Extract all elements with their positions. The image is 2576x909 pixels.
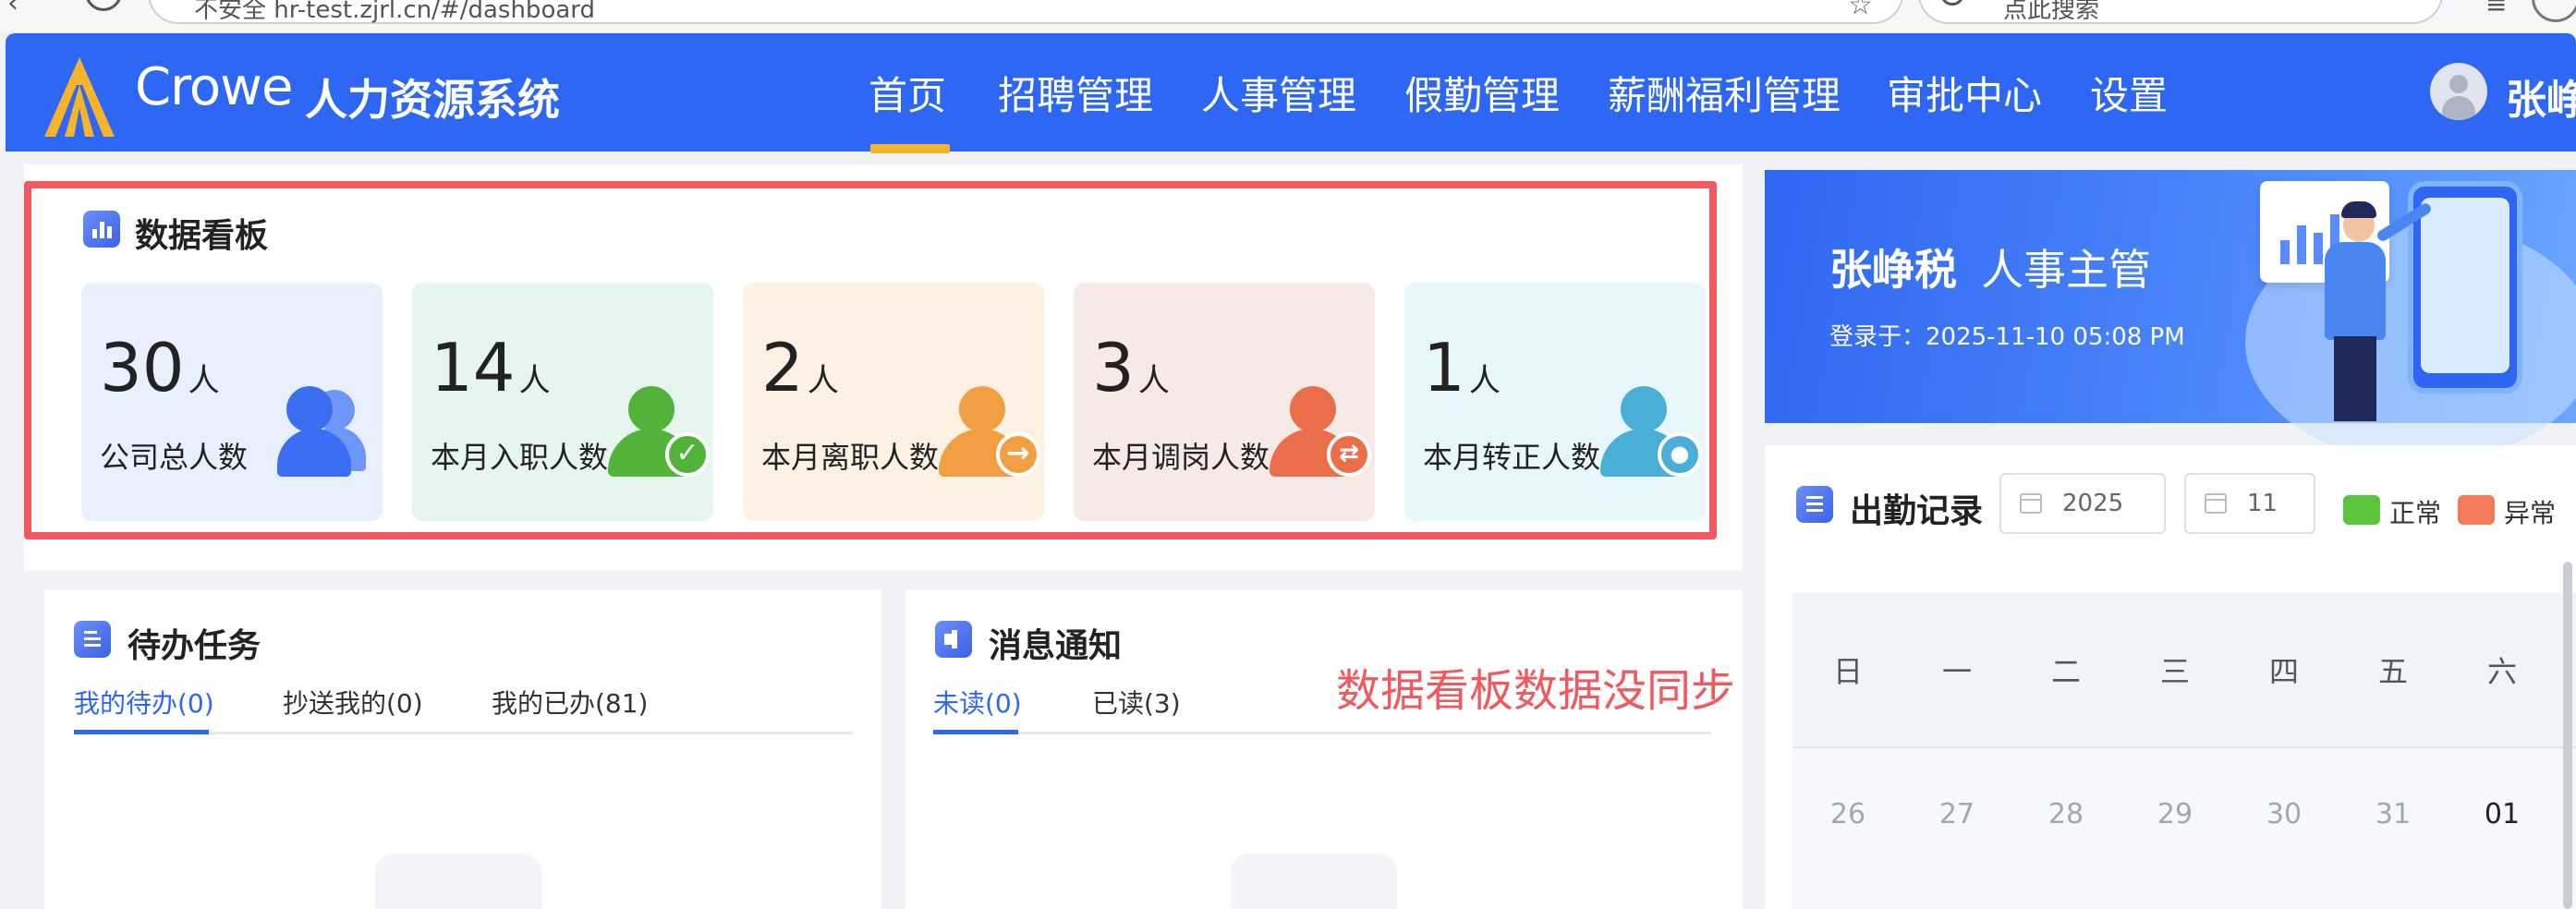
legend-normal-label: 正常 [2389,498,2442,528]
calendar-day[interactable]: 27 [1920,798,1994,830]
stat-label: 公司总人数 [100,440,249,475]
nav-settings[interactable]: 设置 [2090,65,2168,121]
calendar-icon [2205,493,2227,514]
last-login-time: 登录于：2025-11-10 05:08 PM [1829,323,2185,351]
stat-value: 14 [431,329,516,406]
todo-title: 待办任务 [128,627,261,665]
empty-state-illustration [1231,854,1397,909]
weekday-sat: 六 [2486,654,2517,689]
stat-unit: 人 [1137,362,1170,399]
weekday-wed: 三 [2159,654,2190,689]
browser-profile-icon[interactable] [2532,0,2576,22]
calendar-day-current-month[interactable]: 01 [2465,798,2539,830]
weekday-mon: 一 [1941,654,1972,689]
nav-leave-attendance[interactable]: 假勤管理 [1404,65,1560,121]
stat-label: 本月调岗人数 [1092,440,1270,475]
stat-value: 2 [761,329,804,406]
attendance-title: 出勤记录 [1850,492,1984,530]
nav-approval-center[interactable]: 审批中心 [1887,65,2042,121]
profile-role: 人事主管 [1981,245,2151,295]
legend-abnormal-swatch [2458,495,2495,525]
tab-my-todo[interactable]: 我的待办(0) [74,684,214,721]
stat-unit: 人 [518,362,551,399]
stat-unit: 人 [1468,362,1501,399]
tab-my-done[interactable]: 我的已办(81) [492,684,648,721]
user-check-icon: ✓ [608,386,710,479]
calendar-day[interactable]: 26 [1811,798,1885,830]
stat-value: 1 [1423,329,1465,406]
stat-card-regularization[interactable]: 1人 本月转正人数 ● [1404,283,1706,521]
empty-state-illustration [375,854,541,909]
stat-card-resignation[interactable]: 2人 本月离职人数 → [743,283,1044,521]
url-text[interactable]: 不安全 hr-test.zjrl.cn/#/dashboard [194,0,595,25]
month-value: 11 [2247,490,2278,517]
stat-label: 本月入职人数 [431,440,609,475]
calendar-day[interactable]: 31 [2356,798,2430,830]
calendar-day[interactable]: 30 [2247,798,2321,830]
user-name[interactable]: 张峥税 [2506,67,2576,126]
dashboard-title: 数据看板 [135,217,269,255]
weekday-tue: 二 [2050,654,2081,689]
legend-abnormal-label: 异常 [2504,498,2557,528]
calendar-day[interactable]: 28 [2029,798,2103,830]
stat-unit: 人 [807,362,839,399]
weekday-thu: 四 [2268,654,2299,689]
legend-normal-swatch [2343,495,2380,525]
stat-label: 本月离职人数 [761,440,940,475]
reading-list-icon[interactable]: ≡ [2485,0,2507,19]
person-illustration-legs [2334,336,2376,421]
nav-personnel[interactable]: 人事管理 [1201,65,1356,121]
logo-brand-text: Crowe [135,57,293,117]
person-illustration-hair [2341,201,2376,218]
task-list-icon [74,621,111,658]
stat-value: 3 [1092,329,1135,406]
tab-divider [933,732,1711,734]
chart-icon [83,211,120,248]
group-icon [277,386,366,479]
person-illustration [2325,242,2386,340]
stat-card-total[interactable]: 30 人 公司总人数 [81,283,383,521]
nav-home[interactable]: 首页 [869,65,946,121]
calendar-day[interactable]: 29 [2138,798,2212,830]
weekday-fri: 五 [2377,654,2408,689]
stat-card-onboarding[interactable]: 14 人 本月入职人数 ✓ [412,283,713,521]
tab-read[interactable]: 已读(3) [1092,684,1181,721]
bookmark-star-icon[interactable]: ☆ [1848,0,1873,21]
messages-title: 消息通知 [989,627,1123,665]
calendar-icon [2020,493,2042,514]
stat-unit: 人 [188,362,220,399]
logo-system-name: 人力资源系统 [305,75,560,125]
nav-recruitment[interactable]: 招聘管理 [998,65,1153,121]
browser-search-box[interactable] [1918,0,2443,24]
user-avatar[interactable] [2430,63,2487,120]
back-icon[interactable]: ‹ [7,0,18,19]
crowe-logo-icon [44,57,115,137]
month-picker[interactable]: 11 [2184,473,2315,534]
tab-unread[interactable]: 未读(0) [933,684,1022,721]
attendance-icon [1796,486,1833,523]
nav-active-indicator [870,144,950,153]
megaphone-icon [935,621,972,658]
profile-name: 张峥税 [1829,245,1957,295]
tab-cc-to-me[interactable]: 抄送我的(0) [283,684,423,721]
browser-toolbar: ‹ 不安全 hr-test.zjrl.cn/#/dashboard ☆ 点此搜索… [0,0,2576,33]
weekday-sun: 日 [1832,654,1863,689]
tab-active-underline [74,730,209,734]
tab-active-underline [933,730,1018,734]
year-picker[interactable]: 2025 [1999,473,2166,534]
year-value: 2025 [2062,490,2124,517]
annotation-text: 数据看板数据没同步 [1336,665,1736,717]
attendance-scrollbar[interactable] [2563,562,2572,909]
nav-compensation[interactable]: 薪酬福利管理 [1608,65,1841,121]
stat-label: 本月转正人数 [1423,440,1601,475]
stat-value: 30 [100,329,185,406]
user-leave-icon: → [939,386,1040,479]
reload-icon[interactable] [85,0,122,11]
stat-card-transfer[interactable]: 3人 本月调岗人数 ⇄ [1074,283,1375,521]
browser-search-placeholder[interactable]: 点此搜索 [2003,0,2099,25]
user-regular-icon: ● [1600,386,1702,479]
user-transfer-icon: ⇄ [1270,386,1371,479]
